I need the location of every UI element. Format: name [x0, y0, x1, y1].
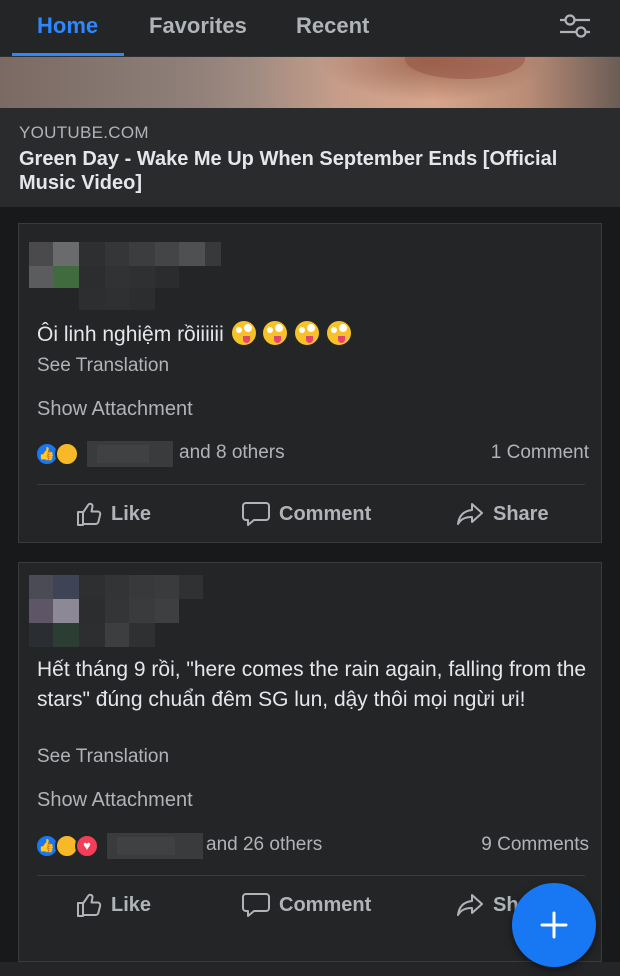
sliders-icon[interactable]: [558, 12, 592, 40]
zany-face-emoji: [263, 321, 288, 345]
video-thumbnail[interactable]: [0, 57, 620, 108]
comment-card: Ôi linh nghiệm rồiiiiii See Translation …: [18, 223, 602, 543]
share-button[interactable]: Share: [455, 500, 549, 528]
love-reaction-icon: ♥: [75, 834, 99, 858]
blurred-reactor-name: [107, 833, 203, 859]
speech-bubble-icon: [242, 502, 270, 526]
comment-button[interactable]: Comment: [241, 500, 371, 528]
top-nav: Home Favorites Recent: [0, 0, 620, 57]
comment-text: Ôi linh nghiệm rồiiiiii: [37, 320, 593, 350]
divider: [37, 875, 585, 876]
reactors-count: and 26 others: [206, 834, 323, 855]
tab-home[interactable]: Home: [37, 13, 98, 39]
share-arrow-icon: [457, 894, 483, 916]
tab-recent[interactable]: Recent: [296, 13, 369, 39]
comments-count[interactable]: 1 Comment: [491, 442, 589, 464]
comment-label: Comment: [279, 502, 372, 525]
share-arrow-icon: [457, 503, 483, 525]
show-attachment-link[interactable]: Show Attachment: [37, 398, 193, 421]
zany-face-emoji: [327, 321, 352, 345]
tab-favorites[interactable]: Favorites: [149, 13, 247, 39]
blurred-author: [29, 575, 205, 647]
share-label: Share: [493, 502, 549, 525]
like-button[interactable]: Like: [75, 500, 151, 528]
comment-label: Comment: [279, 893, 372, 916]
speech-bubble-icon: [242, 893, 270, 917]
show-attachment-link[interactable]: Show Attachment: [37, 789, 193, 812]
plus-icon: [540, 911, 568, 939]
divider: [37, 484, 585, 485]
reactions-summary[interactable]: 👍 ♥ and 26 others 9 Comments: [35, 831, 591, 861]
bottom-bar: [0, 962, 620, 976]
comment-card: Hết tháng 9 rồi, "here comes the rain ag…: [18, 562, 602, 962]
see-translation-link[interactable]: See Translation: [37, 746, 169, 768]
like-label: Like: [111, 893, 152, 916]
compose-button[interactable]: [512, 883, 596, 967]
comment-button[interactable]: Comment: [241, 891, 371, 919]
comment-text: Hết tháng 9 rồi, "here comes the rain ag…: [37, 658, 587, 711]
zany-face-emoji: [295, 321, 320, 345]
share-button[interactable]: Sh: [455, 891, 519, 919]
haha-reaction-icon: [55, 442, 79, 466]
blurred-author: [29, 242, 229, 310]
zany-face-emoji: [231, 321, 256, 345]
reactors-count: and 8 others: [179, 442, 285, 463]
like-label: Like: [111, 502, 152, 525]
link-preview-card[interactable]: YOUTUBE.COM Green Day - Wake Me Up When …: [0, 57, 620, 207]
comments-count[interactable]: 9 Comments: [481, 834, 589, 856]
reactions-summary[interactable]: 👍 and 8 others 1 Comment: [35, 439, 591, 469]
like-button[interactable]: Like: [75, 891, 151, 919]
link-source: YOUTUBE.COM: [19, 123, 149, 142]
thumbs-up-icon: [77, 502, 102, 526]
see-translation-link[interactable]: See Translation: [37, 355, 169, 377]
blurred-reactor-name: [87, 441, 173, 467]
thumbs-up-icon: [77, 893, 102, 917]
active-tab-indicator: [12, 53, 124, 56]
link-title[interactable]: Green Day - Wake Me Up When September En…: [19, 147, 609, 195]
